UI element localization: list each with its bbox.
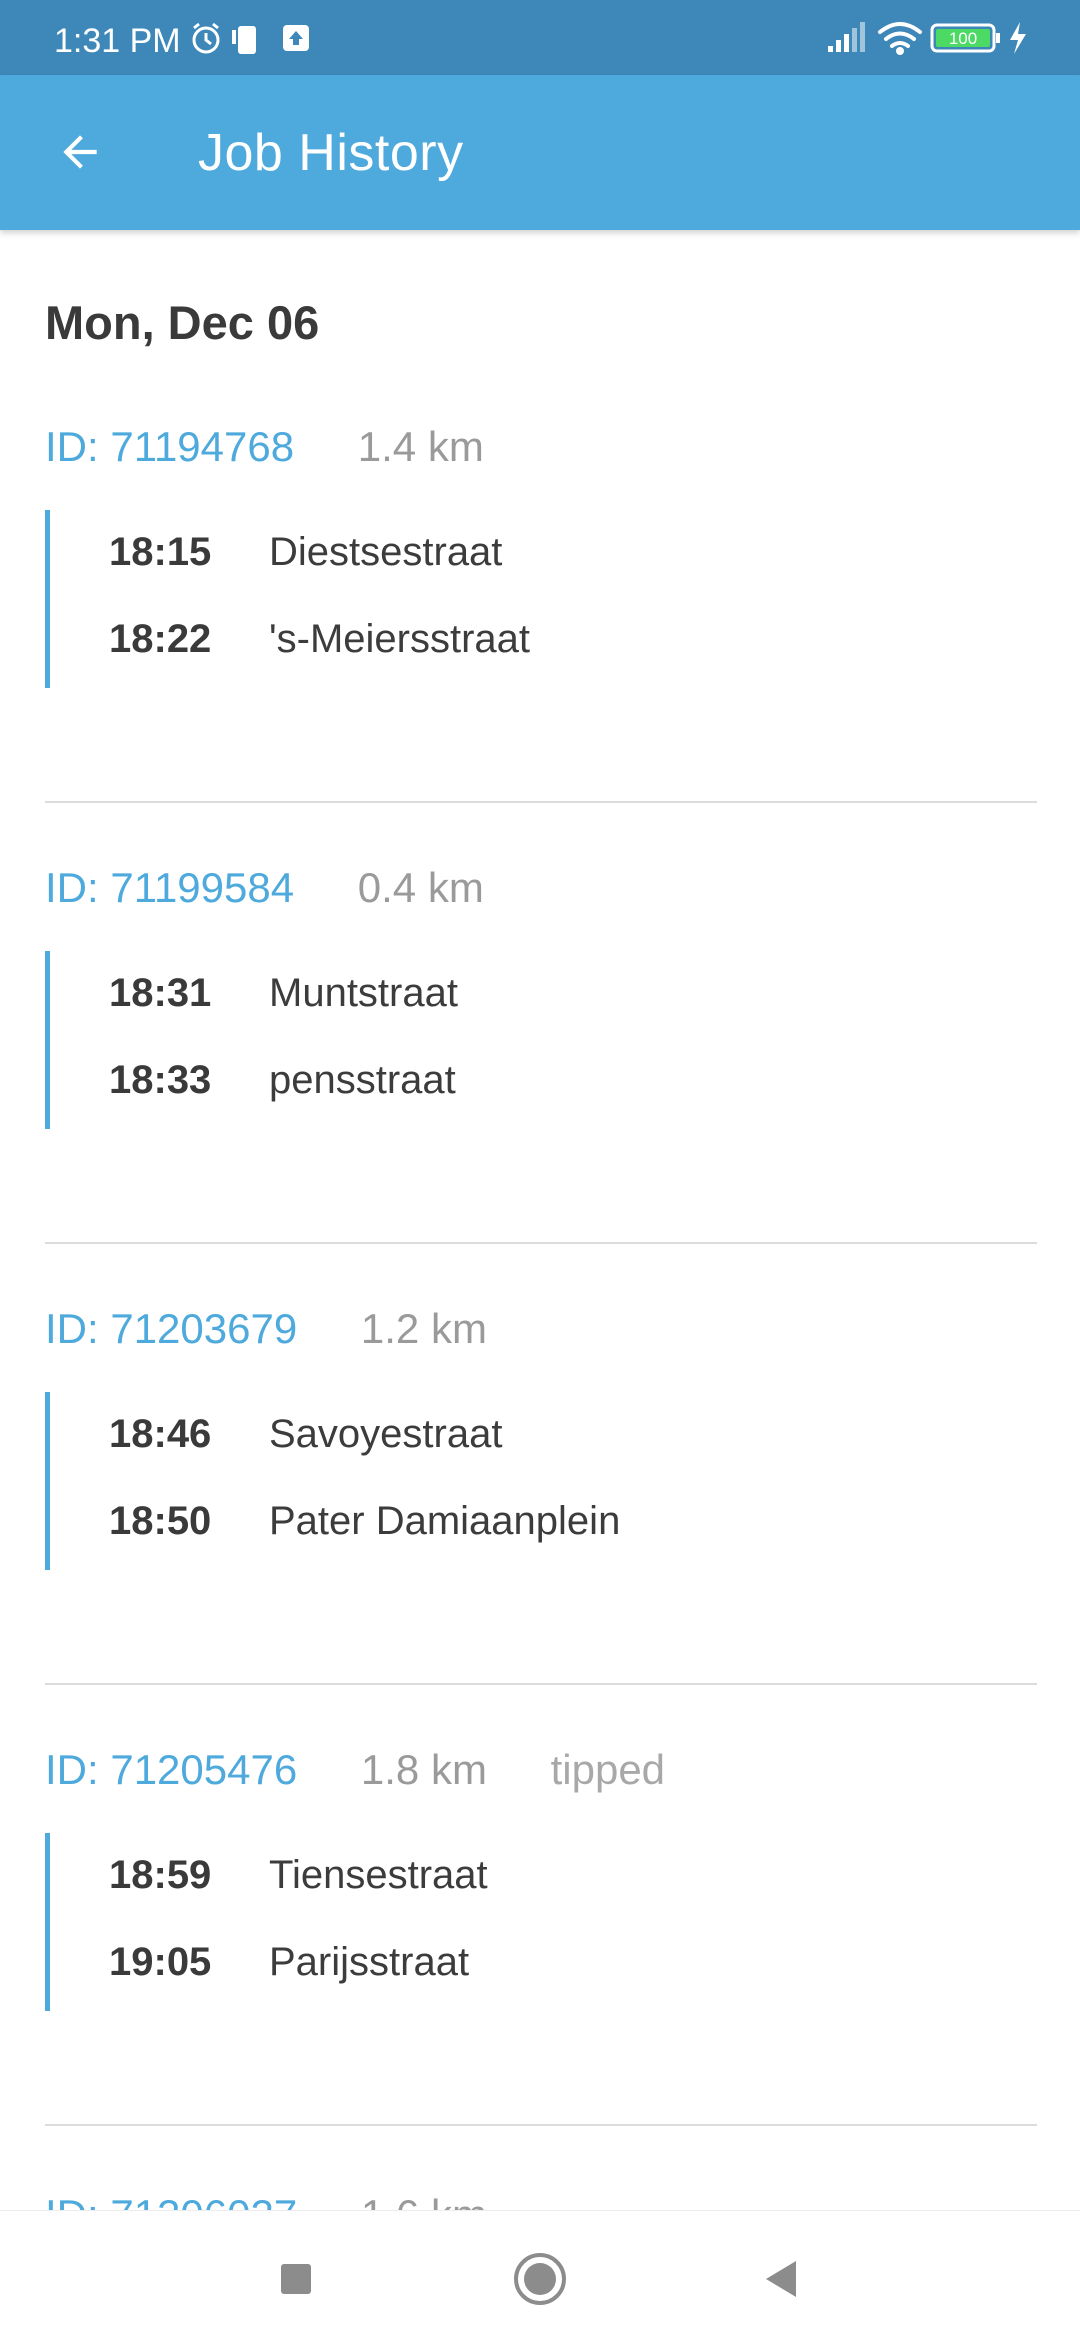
svg-text:100: 100 xyxy=(949,29,977,48)
divider xyxy=(45,801,1037,803)
battery-icon: 100 xyxy=(930,23,1000,53)
job-stops: 18:31 Muntstraat 18:33 pensstraat xyxy=(45,951,458,1129)
back-triangle-icon xyxy=(766,2261,796,2297)
back-nav-button[interactable] xyxy=(752,2249,812,2309)
stop-time: 18:50 xyxy=(109,1499,212,1543)
job-id: ID: 71199584 xyxy=(45,864,295,911)
job-id: ID: 71194768 xyxy=(45,423,295,470)
stop-row: 18:59 Tiensestraat xyxy=(109,1853,488,1898)
job-id: ID: 71203679 xyxy=(45,1305,298,1352)
job-stops: 18:15 Diestsestraat 18:22 's-Meiersstraat xyxy=(45,510,530,688)
job-meta: ID: 71199584 0.4 km xyxy=(45,864,484,924)
job-item[interactable]: ID: 71199584 0.4 km 18:31 Muntstraat 18:3… xyxy=(0,864,1080,1305)
status-bar: 1:31 PM 100 xyxy=(0,0,1080,75)
page-title: Job History xyxy=(198,124,464,182)
job-distance: 1.4 km xyxy=(357,423,484,470)
stop-name: pensstraat xyxy=(269,1058,456,1102)
upload-icon xyxy=(283,25,309,51)
job-distance: 0.4 km xyxy=(357,864,484,911)
stop-time: 18:22 xyxy=(109,617,212,661)
status-icons-left xyxy=(188,20,318,61)
divider xyxy=(45,1242,1037,1244)
system-nav-bar xyxy=(0,2210,1080,2341)
stop-time: 18:59 xyxy=(109,1853,212,1897)
job-tip-tag: tipped xyxy=(550,1746,666,1793)
job-stops: 18:46 Savoyestraat 18:50 Pater Damiaanplei… xyxy=(45,1392,620,1570)
job-item[interactable]: ID: 71203679 1.2 km 18:46 Savoyestraat 18… xyxy=(0,1305,1080,1746)
job-meta: ID: 71203679 1.2 km xyxy=(45,1305,487,1365)
job-id: ID: 71205476 xyxy=(45,1746,298,1793)
wifi-icon xyxy=(878,22,922,55)
phone-icon xyxy=(232,26,256,54)
recents-button[interactable] xyxy=(266,2249,326,2309)
stop-row: 18:31 Muntstraat xyxy=(109,971,458,1016)
job-meta: ID: 71205476 1.8 km tipped xyxy=(45,1746,665,1806)
stop-name: Parijsstraat xyxy=(269,1940,470,1984)
stop-time: 18:46 xyxy=(109,1412,212,1456)
stop-row: 18:15 Diestsestraat xyxy=(109,530,502,575)
stop-row: 18:22 's-Meiersstraat xyxy=(109,617,530,662)
job-stops: 18:59 Tiensestraat 19:05 Parijsstraat xyxy=(45,1833,488,2011)
job-distance: 1.2 km xyxy=(360,1305,487,1352)
job-item[interactable]: ID: 71194768 1.4 km 18:15 Diestsestraat 1… xyxy=(0,423,1080,864)
stop-row: 18:33 pensstraat xyxy=(109,1058,456,1103)
job-item[interactable]: ID: 71205476 1.8 km tipped 18:59 Tiensest… xyxy=(0,1746,1080,2187)
recents-square-icon xyxy=(281,2264,311,2294)
app-bar: Job History xyxy=(0,75,1080,230)
stop-time: 18:15 xyxy=(109,530,212,574)
job-distance: 1.8 km xyxy=(360,1746,487,1793)
stop-time: 18:31 xyxy=(109,971,212,1015)
stop-row: 19:05 Parijsstraat xyxy=(109,1940,469,1985)
stop-row: 18:50 Pater Damiaanplein xyxy=(109,1499,620,1544)
stop-time: 19:05 xyxy=(109,1940,212,1984)
signal-icon xyxy=(828,22,865,52)
job-meta: ID: 71194768 1.4 km xyxy=(45,423,484,483)
divider xyxy=(45,1683,1037,1685)
stop-name: Tiensestraat xyxy=(269,1853,488,1897)
status-icons-right: 100 xyxy=(820,18,1050,63)
divider xyxy=(45,2124,1037,2126)
alarm-icon xyxy=(192,22,220,54)
status-time: 1:31 PM xyxy=(54,22,181,60)
stop-name: Muntstraat xyxy=(269,971,458,1015)
date-header: Mon, Dec 06 xyxy=(45,296,320,349)
back-button[interactable] xyxy=(40,112,120,192)
stop-row: 18:46 Savoyestraat xyxy=(109,1412,502,1457)
stop-name: Diestsestraat xyxy=(269,530,503,574)
stop-name: Savoyestraat xyxy=(269,1412,503,1456)
stop-name: Pater Damiaanplein xyxy=(269,1499,621,1543)
arrow-left-icon xyxy=(63,135,97,169)
stop-name: 's-Meiersstraat xyxy=(269,617,531,661)
charging-icon xyxy=(1010,22,1026,54)
stop-time: 18:33 xyxy=(109,1058,212,1102)
home-circle-icon xyxy=(514,2253,566,2305)
home-button[interactable] xyxy=(510,2249,570,2309)
